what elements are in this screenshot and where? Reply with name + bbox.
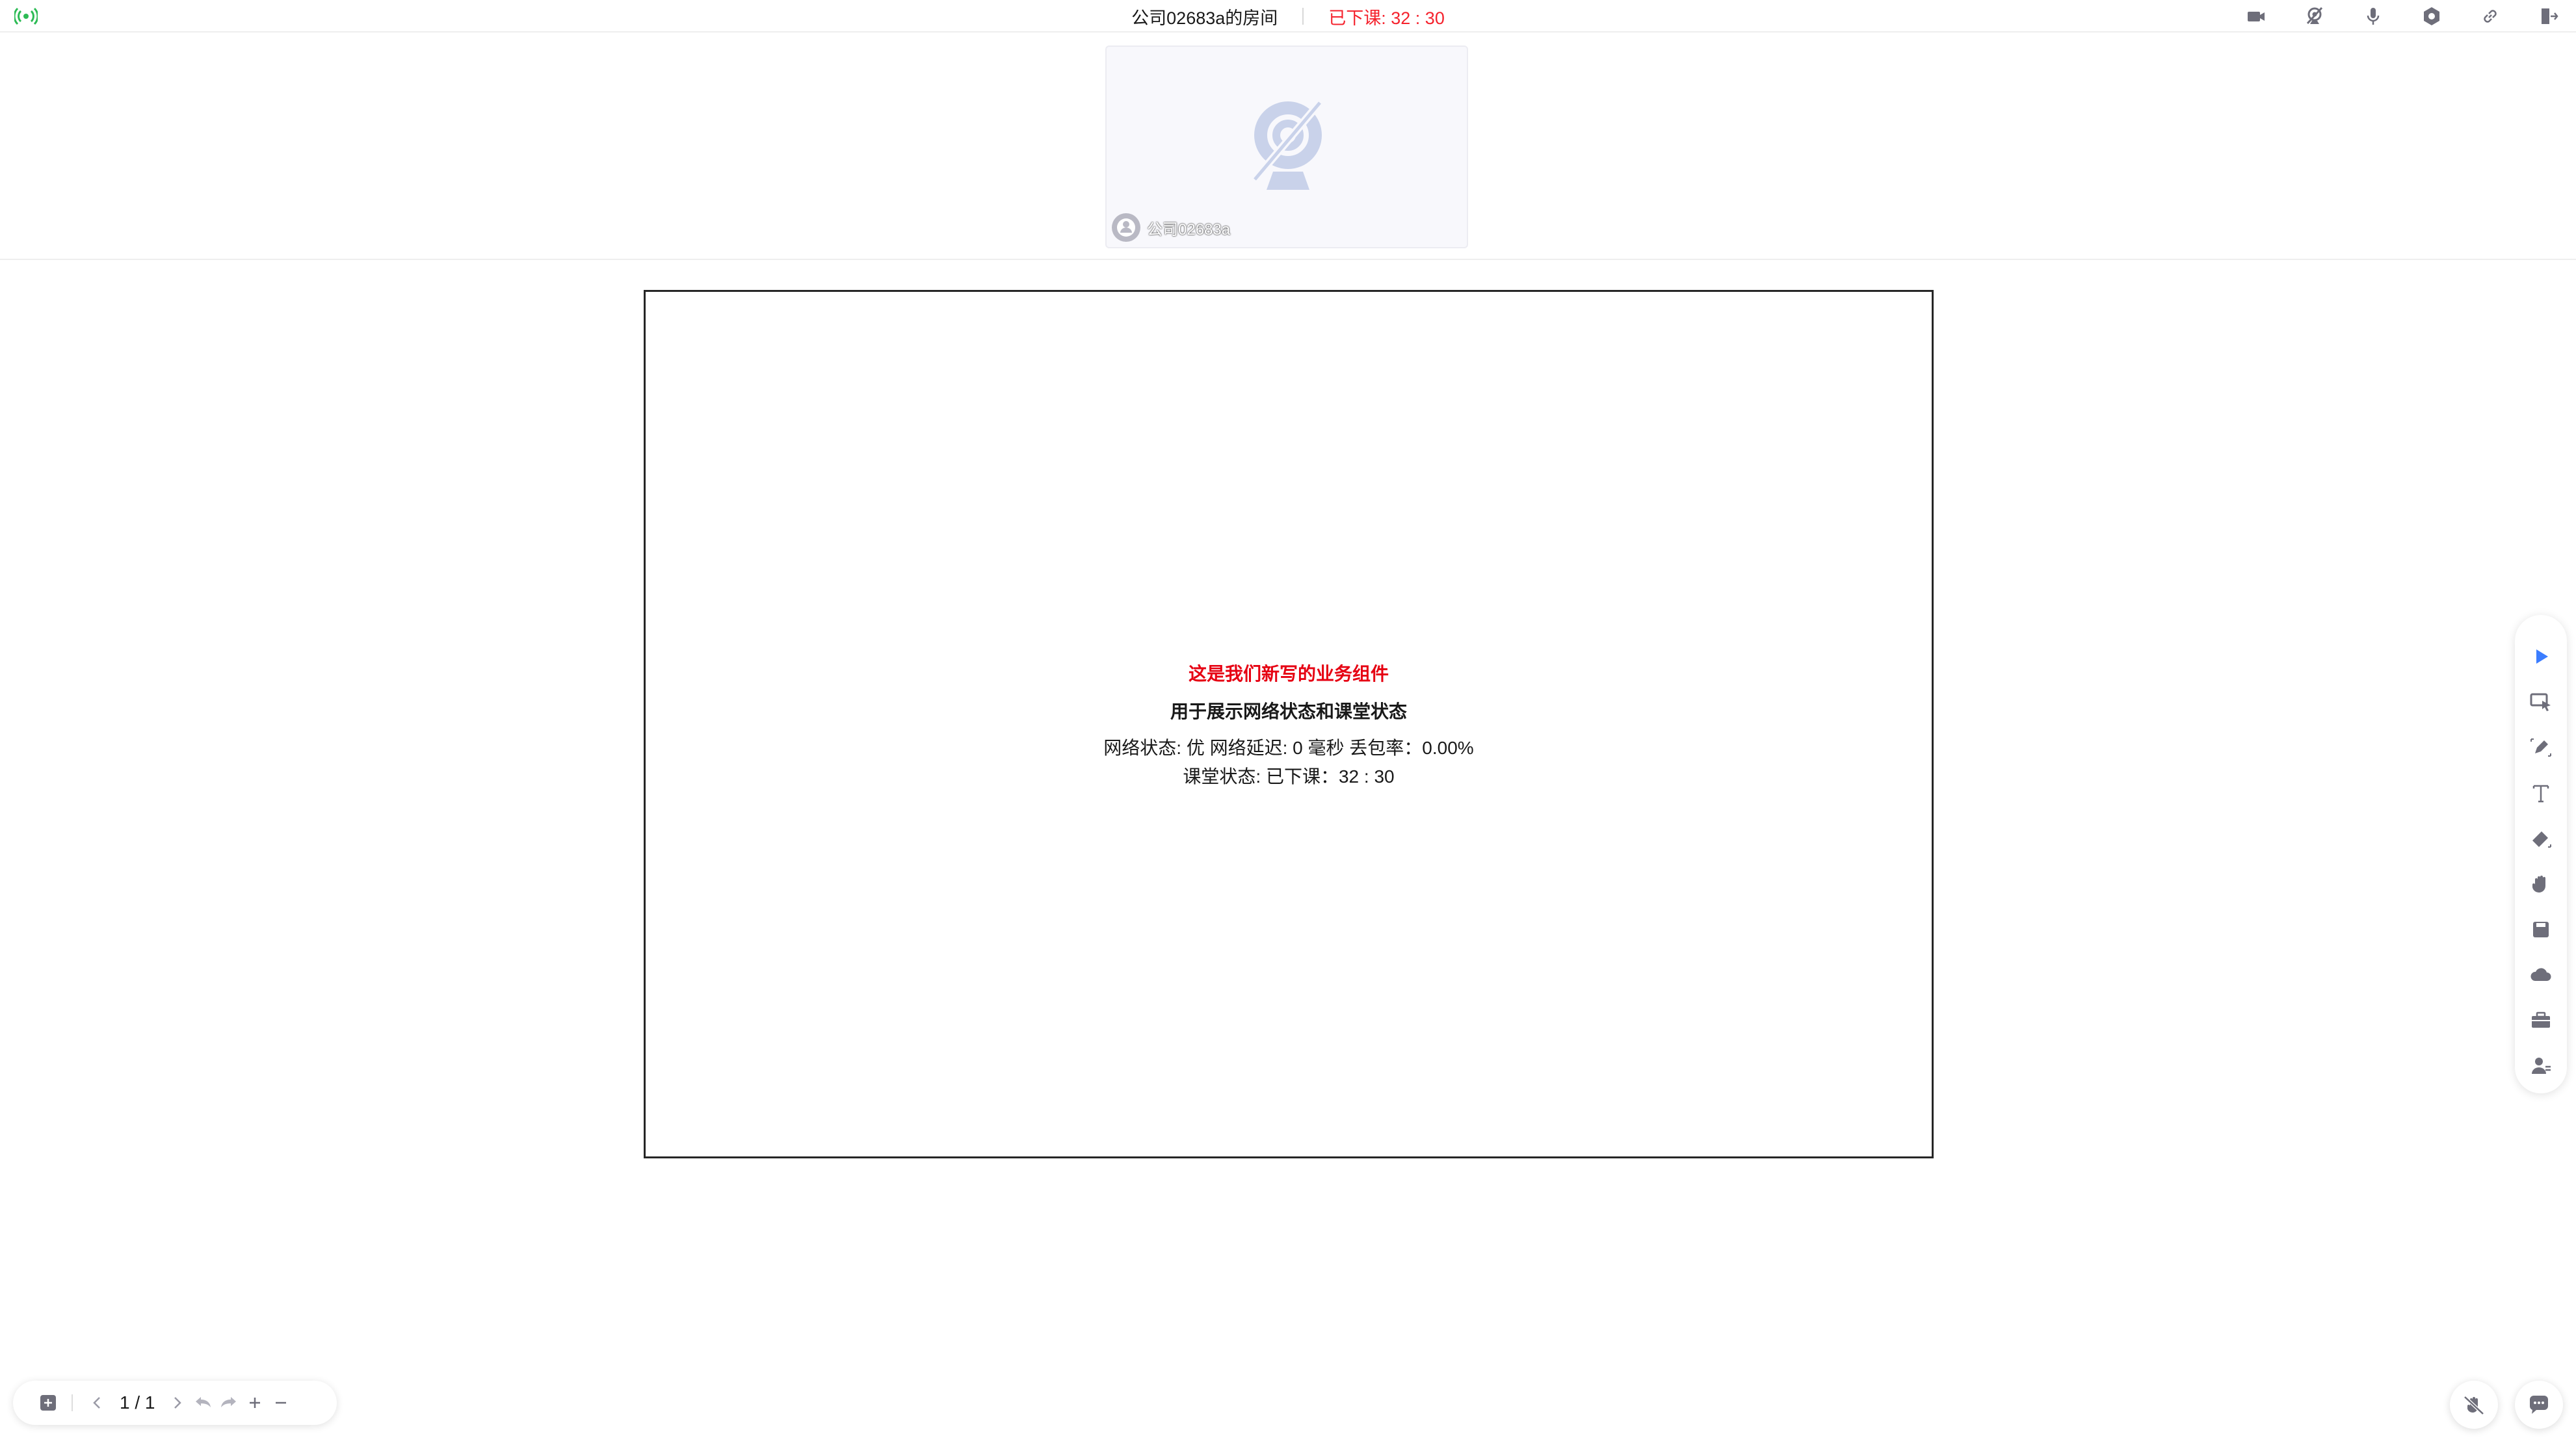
share-link-button[interactable] — [2477, 3, 2503, 29]
hand-tool[interactable] — [2523, 866, 2559, 902]
whiteboard[interactable]: 这是我们新写的业务组件 用于展示网络状态和课堂状态 网络状态: 优 网络延迟: … — [644, 290, 1934, 1158]
undo-icon — [196, 1397, 211, 1407]
page-toolbar: 1 / 1 — [13, 1381, 337, 1425]
user-list-icon — [2532, 1058, 2551, 1074]
save-tool[interactable] — [2523, 911, 2559, 948]
selector-tool[interactable] — [2523, 684, 2559, 720]
widget-title: 这是我们新写的业务组件 — [1188, 664, 1389, 684]
plus-icon — [250, 1398, 261, 1408]
save-icon — [2533, 922, 2549, 937]
class-status-line: 课堂状态: 已下课：32 : 30 — [1183, 766, 1395, 787]
camera-toggle-button[interactable] — [2302, 3, 2328, 29]
class-state: 已下课: 32 : 30 — [1328, 8, 1445, 28]
settings-button[interactable] — [2419, 3, 2445, 29]
room-title-area: 公司02683a的房间 已下课: 32 : 30 — [0, 0, 2576, 33]
cloud-icon — [2530, 968, 2551, 981]
selector-icon — [2530, 693, 2551, 711]
link-icon — [2484, 10, 2497, 23]
redo-icon — [221, 1397, 237, 1407]
status-widget: 这是我们新写的业务组件 用于展示网络状态和课堂状态 网络状态: 优 网络延迟: … — [646, 661, 1932, 791]
hand-icon — [2532, 876, 2545, 893]
pen-icon — [2530, 738, 2551, 757]
prev-page-button[interactable] — [85, 1390, 111, 1416]
pager-divider — [72, 1394, 73, 1411]
user-icon — [1117, 218, 1135, 237]
video-user-tag: 公司02683a — [1112, 213, 1230, 242]
video-card[interactable]: 公司02683a — [1105, 46, 1468, 248]
add-page-icon — [40, 1395, 56, 1411]
undo-button[interactable] — [190, 1390, 216, 1416]
chevron-right-icon — [174, 1397, 182, 1409]
video-strip: 公司02683a — [0, 34, 2576, 260]
toolbox-icon — [2532, 1011, 2550, 1028]
pen-tool[interactable] — [2523, 729, 2559, 766]
exit-button[interactable] — [2536, 3, 2562, 29]
page-indicator: 1 / 1 — [120, 1392, 155, 1413]
text-icon — [2532, 785, 2549, 803]
zoom-in-button[interactable] — [242, 1390, 268, 1416]
chevron-left-icon — [93, 1397, 100, 1409]
whiteboard-toolbar — [2515, 615, 2567, 1093]
room-name: 公司02683a的房间 — [1131, 8, 1278, 28]
add-page-button[interactable] — [35, 1390, 61, 1416]
camera-off-icon — [1252, 100, 1323, 190]
exit-icon — [2542, 8, 2558, 24]
cloud-tool[interactable] — [2523, 957, 2559, 993]
eraser-tool[interactable] — [2523, 820, 2559, 857]
minus-icon — [276, 1401, 287, 1404]
redo-button[interactable] — [216, 1390, 242, 1416]
eraser-icon — [2532, 831, 2551, 848]
camera-off-icon — [2306, 7, 2323, 25]
top-bar: 公司02683a的房间 已下课: 32 : 30 — [0, 0, 2576, 33]
network-status-line: 网络状态: 优 网络延迟: 0 毫秒 丢包率：0.00% — [1103, 738, 1474, 758]
avatar — [1112, 213, 1140, 242]
widget-subtitle: 用于展示网络状态和课堂状态 — [1170, 701, 1407, 722]
video-user-name: 公司02683a — [1147, 220, 1231, 239]
pointer-icon — [2536, 649, 2548, 664]
camera-button[interactable] — [2243, 3, 2269, 29]
user-list-tool[interactable] — [2523, 1048, 2559, 1084]
settings-icon — [2424, 7, 2439, 25]
pointer-tool[interactable] — [2523, 638, 2559, 675]
microphone-button[interactable] — [2360, 3, 2386, 29]
camera-icon — [2248, 12, 2265, 21]
next-page-button[interactable] — [164, 1390, 190, 1416]
top-toolbar — [2211, 0, 2562, 33]
title-divider — [1302, 8, 1304, 25]
toolbox-tool[interactable] — [2523, 1002, 2559, 1039]
hand-raise-off-icon — [2464, 1396, 2484, 1415]
hand-raise-button[interactable] — [2450, 1381, 2498, 1429]
zoom-out-button[interactable] — [268, 1390, 294, 1416]
text-tool[interactable] — [2523, 775, 2559, 811]
chat-button[interactable] — [2515, 1381, 2563, 1429]
microphone-icon — [2367, 8, 2380, 25]
chat-icon — [2529, 1396, 2548, 1414]
